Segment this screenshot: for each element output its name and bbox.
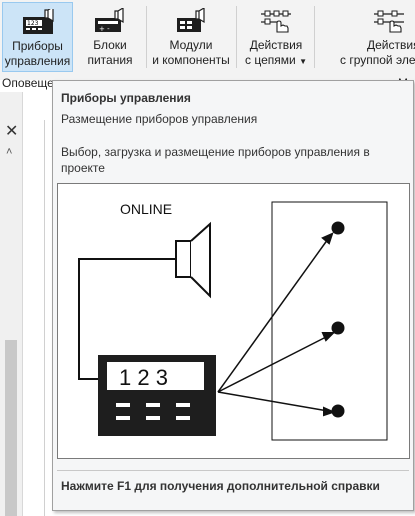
power-unit-icon: + - xyxy=(95,8,124,33)
chevron-down-icon: ▼ xyxy=(299,57,307,66)
tooltip-help-text: Нажмите F1 для получения дополнительной … xyxy=(61,479,380,493)
power-units-button[interactable]: + - Блоки питания xyxy=(77,2,143,72)
device-key xyxy=(146,416,160,420)
ribbon-separator xyxy=(314,6,315,68)
device-display-digits: 1 2 3 xyxy=(119,365,168,390)
power-units-label-line1: Блоки xyxy=(93,38,127,52)
tooltip-title: Приборы управления xyxy=(61,91,191,105)
arrow-head xyxy=(321,332,336,342)
arrow-head xyxy=(321,232,334,245)
svg-text:123: 123 xyxy=(27,20,39,27)
tooltip-description: Выбор, загрузка и размещение приборов уп… xyxy=(61,145,370,175)
device-key xyxy=(116,403,130,407)
control-devices-label-line2: управления xyxy=(4,54,71,68)
modules-button[interactable]: Модули и компоненты xyxy=(148,2,234,72)
device-point xyxy=(331,221,345,235)
speaker-icon xyxy=(175,240,192,278)
device-key xyxy=(146,403,160,407)
arrow-line xyxy=(217,238,329,393)
pane-divider xyxy=(44,120,45,516)
control-device-diagram: ONLINE 1 2 3 xyxy=(78,201,388,441)
arrow-line xyxy=(217,335,329,393)
device-key xyxy=(116,416,130,420)
tooltip-illustration: ONLINE 1 2 3 xyxy=(57,183,410,459)
device-key xyxy=(176,403,190,407)
group-actions-label-line1: Действия xyxy=(367,38,415,52)
speaker-cone xyxy=(190,221,211,299)
ribbon: 123 Приборы управления + - Блоки питания… xyxy=(0,0,415,90)
group-actions-button[interactable]: Действия с группой эле xyxy=(336,2,415,72)
device-point xyxy=(331,404,345,418)
circuit-actions-label-line1: Действия xyxy=(249,38,303,52)
circuit-actions-icon xyxy=(261,10,291,33)
close-icon[interactable]: ✕ xyxy=(5,124,18,140)
modules-label-line1: Модули xyxy=(169,38,213,52)
circuit-actions-button[interactable]: Действия с цепями ▼ xyxy=(240,2,312,72)
control-device-icon: 123 xyxy=(22,9,54,34)
tooltip-subtitle: Размещение приборов управления xyxy=(61,112,258,126)
arrow-line xyxy=(217,391,329,412)
arrows xyxy=(217,238,329,412)
tooltip-divider xyxy=(57,470,409,471)
ribbon-separator xyxy=(236,6,237,68)
circuit-actions-label-line2: с цепями ▼ xyxy=(240,53,312,69)
device-key xyxy=(176,416,190,420)
modules-label-line2: и компоненты xyxy=(152,53,230,67)
control-devices-label-line1: Приборы xyxy=(12,39,63,53)
ribbon-tooltip: Приборы управления Размещение приборов у… xyxy=(52,80,414,511)
device-point xyxy=(331,321,345,335)
control-devices-button[interactable]: 123 Приборы управления xyxy=(2,2,73,72)
group-actions-icon xyxy=(374,10,404,33)
ribbon-group-label: Оповеще xyxy=(2,76,54,90)
scrollbar-thumb[interactable] xyxy=(5,340,17,516)
power-units-label-line2: питания xyxy=(87,53,133,67)
module-icon xyxy=(177,8,205,32)
ribbon-separator xyxy=(146,6,147,68)
group-actions-label-line2: с группой эле xyxy=(340,53,415,67)
circuit-actions-label-text: с цепями xyxy=(245,53,296,67)
svg-text:+ -: + - xyxy=(99,25,110,33)
chevron-up-icon[interactable]: ˄ xyxy=(6,146,12,158)
online-caption: ONLINE xyxy=(120,201,172,217)
